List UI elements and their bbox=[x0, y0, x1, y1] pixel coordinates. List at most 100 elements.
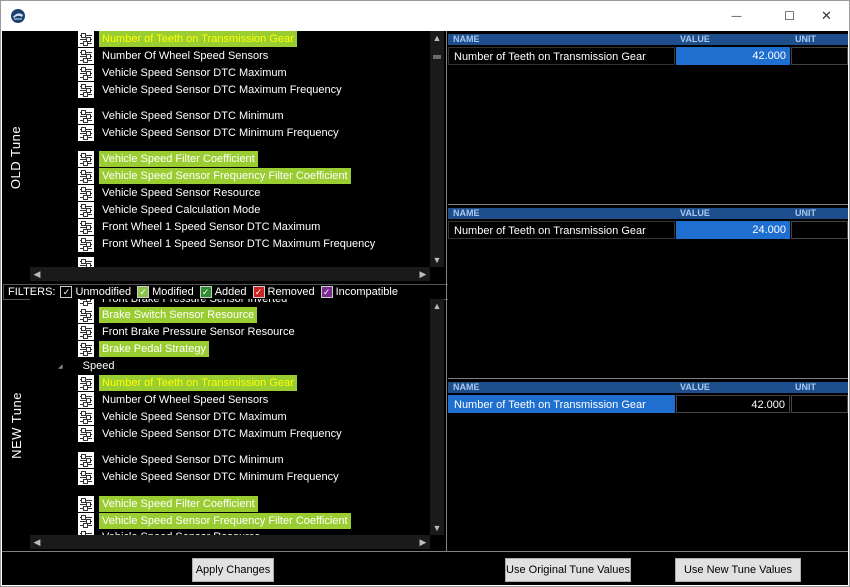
tree-item[interactable]: Front Brake Pressure Sensor Resource bbox=[78, 324, 298, 340]
parameter-slider-icon bbox=[78, 257, 94, 267]
tree-item[interactable]: Vehicle Speed Sensor DTC Maximum bbox=[78, 65, 290, 81]
filter-removed-checkbox[interactable]: ✓ Removed bbox=[252, 286, 315, 298]
scroll-right-icon[interactable]: ▶ bbox=[416, 535, 430, 549]
parameter-slider-icon bbox=[78, 185, 94, 201]
tree-item-label: Vehicle Speed Sensor Resource bbox=[102, 187, 261, 199]
grid-unit-cell bbox=[791, 395, 848, 413]
tree-item[interactable]: Brake Switch Sensor Resource bbox=[78, 307, 258, 323]
grid-row[interactable]: Number of Teeth on Transmission Gear 42.… bbox=[448, 395, 848, 413]
tree-item[interactable]: Number Of Wheel Speed Sensors bbox=[78, 392, 271, 408]
tree-item[interactable]: Vehicle Speed Sensor DTC Minimum Frequen… bbox=[78, 125, 342, 141]
new-values-grid: NAME VALUE UNIT Number of Teeth on Trans… bbox=[448, 208, 848, 378]
tree-item-label: Number of Teeth on Transmission Gear bbox=[99, 31, 297, 47]
scroll-up-icon[interactable]: ▲ bbox=[430, 31, 444, 45]
parameter-slider-icon bbox=[78, 324, 94, 340]
app-logo-icon bbox=[11, 9, 25, 23]
tree-item[interactable]: Front Wheel 1 Speed Sensor DTC Maximum bbox=[78, 219, 323, 235]
old-tune-tree[interactable]: Number of Teeth on Transmission Gear Numb… bbox=[30, 31, 430, 267]
scroll-down-icon[interactable]: ▼ bbox=[430, 253, 444, 267]
grid-row[interactable]: Number of Teeth on Transmission Gear 42.… bbox=[448, 47, 848, 65]
parameter-slider-icon bbox=[78, 82, 94, 98]
grid-header: NAME VALUE UNIT bbox=[448, 382, 848, 393]
filter-incompatible-checkbox[interactable]: ✓ Incompatible bbox=[320, 286, 398, 298]
tree-item[interactable]: Vehicle Speed Sensor Frequency Filter Co… bbox=[78, 513, 351, 529]
tree-item[interactable]: Number of Teeth on Transmission Gear bbox=[78, 31, 297, 47]
use-new-values-button[interactable]: Use New Tune Values bbox=[675, 558, 801, 582]
tree-item[interactable]: Front Wheel 1 Speed Sensor DTC Maximum F… bbox=[78, 236, 378, 252]
grid-value-cell[interactable]: 42.000 bbox=[676, 395, 790, 413]
parameter-slider-icon bbox=[78, 236, 94, 252]
tree-group-label: Speed bbox=[82, 360, 115, 372]
close-button[interactable]: ✕ bbox=[804, 1, 849, 31]
tree-item[interactable]: Vehicle Speed Sensor DTC Minimum bbox=[78, 452, 287, 468]
tree-item[interactable]: Vehicle Speed Sensor DTC Maximum Frequen… bbox=[78, 82, 345, 98]
tree-item[interactable]: Brake Pedal Strategy bbox=[78, 341, 209, 357]
parameter-slider-icon bbox=[78, 307, 94, 323]
tree-item[interactable]: Vehicle Speed Filter Coefficient bbox=[78, 496, 258, 512]
tree-item[interactable]: Vehicle Speed Sensor DTC Minimum bbox=[78, 108, 287, 124]
tree-item-label: Vehicle Speed Sensor Frequency Filter Co… bbox=[99, 168, 351, 184]
grid-value-cell[interactable]: 24.000 bbox=[676, 221, 790, 239]
new-tree-horizontal-scrollbar[interactable]: ◀ ▶ bbox=[30, 535, 430, 549]
parameter-slider-icon bbox=[78, 375, 94, 391]
grid-header: NAME VALUE UNIT bbox=[448, 34, 848, 45]
scroll-up-icon[interactable]: ▲ bbox=[430, 299, 444, 313]
tree-item[interactable]: Vehicle Speed Sensor Resource bbox=[78, 185, 263, 201]
filter-added-checkbox[interactable]: ✓ Added bbox=[199, 286, 247, 298]
filter-unmodified-checkbox[interactable]: ✓ Unmodified bbox=[60, 286, 131, 298]
minimize-button[interactable]: — bbox=[714, 1, 759, 31]
tree-item-label: Front Brake Pressure Sensor Resource bbox=[102, 326, 295, 338]
tree-item[interactable]: Vehicle Speed Sensor Frequency Filter Co… bbox=[78, 168, 351, 184]
tree-item[interactable]: Vehicle Speed Sensor DTC Maximum bbox=[78, 409, 290, 425]
apply-changes-button[interactable]: Apply Changes bbox=[192, 558, 274, 582]
parameter-slider-icon bbox=[78, 48, 94, 64]
tree-group-speed[interactable]: ◢ Speed bbox=[58, 358, 114, 374]
scroll-left-icon[interactable]: ◀ bbox=[30, 267, 44, 281]
new-tune-tree[interactable]: Front Brake Pressure Sensor Inverted Brak… bbox=[30, 299, 430, 535]
parameter-slider-icon bbox=[78, 108, 94, 124]
filters-label: FILTERS: bbox=[8, 286, 56, 298]
filter-label: Added bbox=[214, 286, 247, 298]
parameter-slider-icon bbox=[78, 219, 94, 235]
maximize-icon: ☐ bbox=[784, 9, 795, 23]
close-icon: ✕ bbox=[821, 8, 832, 23]
scroll-down-icon[interactable]: ▼ bbox=[430, 521, 444, 535]
old-tree-horizontal-scrollbar[interactable]: ◀ ▶ bbox=[30, 267, 430, 281]
expand-arrow-icon[interactable]: ◢ bbox=[58, 363, 63, 370]
filter-modified-checkbox[interactable]: ✓ Modified bbox=[137, 286, 194, 298]
tree-item-partial[interactable] bbox=[78, 257, 94, 267]
parameter-slider-icon bbox=[78, 426, 94, 442]
scroll-thumb[interactable] bbox=[433, 55, 441, 59]
tree-item-label: Number of Teeth on Transmission Gear bbox=[99, 375, 297, 391]
tree-item[interactable]: Number of Teeth on Transmission Gear bbox=[78, 375, 297, 391]
panel-divider[interactable] bbox=[446, 31, 447, 551]
grid-value-cell[interactable]: 42.000 bbox=[676, 47, 790, 65]
tree-item-partial[interactable]: Front Brake Pressure Sensor Inverted bbox=[78, 299, 290, 307]
tree-item[interactable]: Vehicle Speed Filter Coefficient bbox=[78, 151, 258, 167]
checkmark-icon: ✓ bbox=[60, 286, 73, 298]
tree-item[interactable]: Vehicle Speed Calculation Mode bbox=[78, 202, 263, 218]
filter-label: Incompatible bbox=[335, 286, 398, 298]
scroll-right-icon[interactable]: ▶ bbox=[416, 267, 430, 281]
grid-name-cell: Number of Teeth on Transmission Gear bbox=[448, 221, 675, 239]
use-original-values-button[interactable]: Use Original Tune Values bbox=[505, 558, 631, 582]
old-tree-vertical-scrollbar[interactable]: ▲ ▼ bbox=[430, 31, 444, 267]
tree-item-label: Vehicle Speed Sensor DTC Maximum bbox=[102, 67, 287, 79]
grid-unit-cell bbox=[791, 47, 848, 65]
checkmark-icon: ✓ bbox=[252, 286, 265, 298]
grid-separator bbox=[448, 378, 848, 379]
checkmark-icon: ✓ bbox=[137, 286, 150, 298]
scroll-left-icon[interactable]: ◀ bbox=[30, 535, 44, 549]
tree-item-label: Vehicle Speed Calculation Mode bbox=[102, 204, 261, 216]
tree-item-label: Vehicle Speed Sensor DTC Maximum Frequen… bbox=[102, 84, 342, 96]
tree-item[interactable]: Number Of Wheel Speed Sensors bbox=[78, 48, 271, 64]
parameter-slider-icon bbox=[78, 392, 94, 408]
grid-name-cell: Number of Teeth on Transmission Gear bbox=[448, 395, 675, 413]
app-window: — ☐ ✕ OLD Tune Number of Teeth on Transm… bbox=[0, 0, 850, 587]
parameter-slider-icon bbox=[78, 469, 94, 485]
new-tree-vertical-scrollbar[interactable]: ▲ ▼ bbox=[430, 299, 444, 535]
tree-item[interactable]: Vehicle Speed Sensor DTC Minimum Frequen… bbox=[78, 469, 342, 485]
tree-item[interactable]: Vehicle Speed Sensor DTC Maximum Frequen… bbox=[78, 426, 345, 442]
parameter-slider-icon bbox=[78, 513, 94, 529]
grid-row[interactable]: Number of Teeth on Transmission Gear 24.… bbox=[448, 221, 848, 239]
